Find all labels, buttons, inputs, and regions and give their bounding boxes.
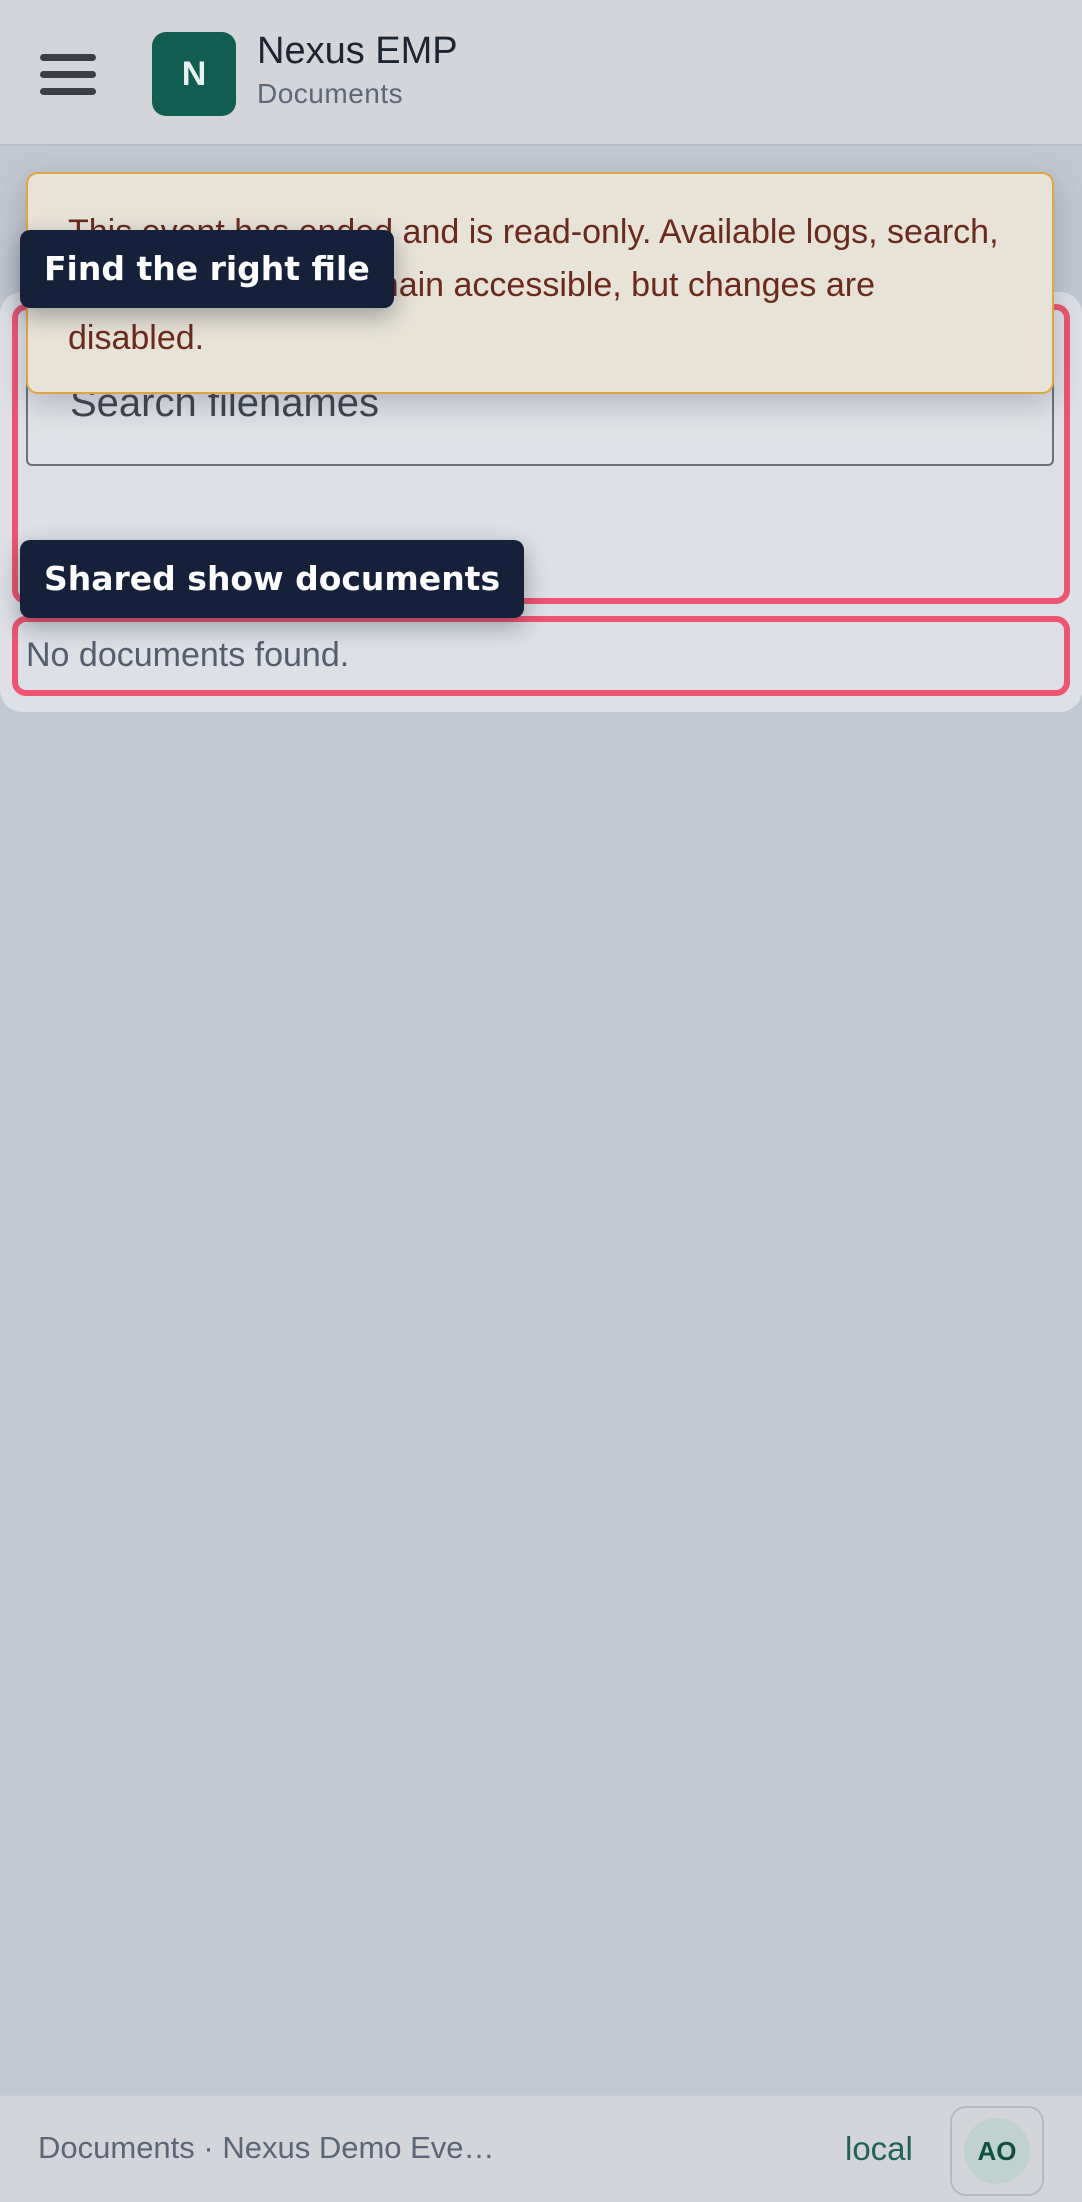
user-menu-button[interactable]: AO xyxy=(950,2106,1044,2196)
hamburger-menu-icon[interactable] xyxy=(40,40,120,108)
page-subtitle: Documents xyxy=(257,78,404,109)
app-header: N Nexus EMP Documents xyxy=(0,0,1082,146)
menu-bar xyxy=(40,87,96,95)
tour-highlight-documents xyxy=(12,616,1070,696)
tour-tag-find-file: Find the right file xyxy=(20,230,394,308)
app-logo: N xyxy=(152,32,236,116)
menu-bar xyxy=(40,70,96,78)
avatar: AO xyxy=(964,2118,1030,2184)
tour-tag-shared-documents: Shared show documents xyxy=(20,540,525,618)
footer-breadcrumb: Documents · Nexus Demo Eve… xyxy=(38,2130,495,2165)
app-title: Nexus EMP xyxy=(257,30,458,72)
environment-label: local xyxy=(845,2130,913,2167)
menu-bar xyxy=(40,53,96,61)
status-footer: Documents · Nexus Demo Eve… local AO xyxy=(0,2094,1082,2202)
